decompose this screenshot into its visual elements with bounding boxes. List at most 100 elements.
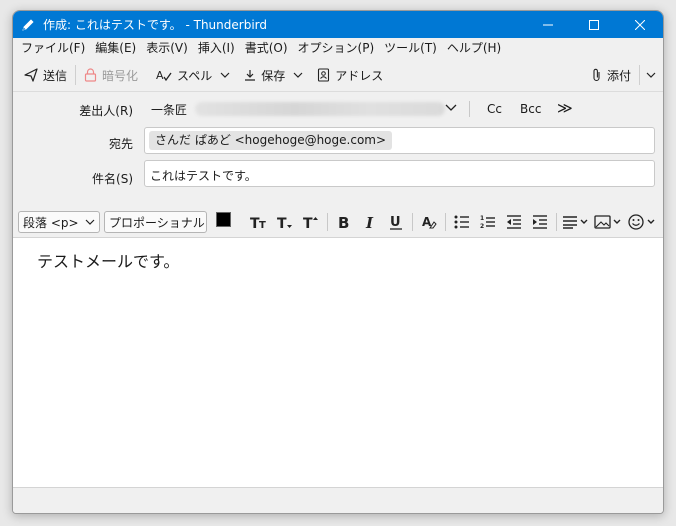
maximize-icon bbox=[589, 19, 599, 30]
subject-row: 件名(S) これはテストです。 bbox=[13, 158, 663, 191]
indent-icon bbox=[533, 215, 547, 229]
svg-text:T: T bbox=[259, 220, 266, 230]
from-address-redacted bbox=[195, 102, 446, 116]
toolbar-separator bbox=[75, 65, 77, 85]
svg-text:I: I bbox=[365, 214, 374, 230]
pencil-icon bbox=[21, 18, 35, 32]
font-select[interactable]: プロポーショナル bbox=[104, 211, 207, 233]
format-separator bbox=[412, 213, 413, 231]
bold-button[interactable]: B bbox=[331, 210, 357, 234]
subject-label: 件名(S) bbox=[92, 172, 133, 186]
chevron-down-icon bbox=[85, 219, 95, 225]
text-color-swatch[interactable] bbox=[216, 212, 231, 227]
menu-insert[interactable]: 挿入(I) bbox=[193, 38, 240, 59]
spellcheck-icon: A bbox=[156, 69, 172, 82]
from-label: 差出人(R) bbox=[79, 104, 133, 118]
save-button[interactable]: 保存 bbox=[239, 62, 290, 88]
window-title: 作成: これはテストです。 - Thunderbird bbox=[43, 18, 267, 32]
maximize-button[interactable] bbox=[571, 11, 617, 38]
subject-input[interactable]: これはテストです。 bbox=[144, 160, 655, 187]
recipient-pill[interactable]: さんだ ぱあど <hogehoge@hoge.com> bbox=[149, 131, 393, 150]
indent-button[interactable] bbox=[527, 210, 553, 234]
text-color-picker[interactable] bbox=[214, 210, 240, 234]
menu-options[interactable]: オプション(P) bbox=[293, 38, 380, 59]
send-button[interactable]: 送信 bbox=[19, 62, 72, 88]
save-label: 保存 bbox=[261, 68, 286, 83]
paperclip-icon bbox=[593, 68, 600, 82]
bcc-button[interactable]: Bcc bbox=[520, 102, 541, 116]
insert-emoji-button[interactable] bbox=[626, 210, 660, 234]
menu-bar: ファイル(F) 編集(E) 表示(V) 挿入(I) 書式(O) オプション(P)… bbox=[13, 38, 663, 59]
send-label: 送信 bbox=[43, 68, 68, 83]
address-label: アドレス bbox=[335, 68, 384, 83]
font-smaller-button[interactable]: T bbox=[272, 210, 298, 234]
minimize-button[interactable] bbox=[525, 11, 571, 38]
attach-label: 添付 bbox=[606, 68, 631, 83]
to-row: 宛先 さんだ ぱあど <hogehoge@hoge.com> bbox=[13, 125, 663, 158]
numbered-list-icon: 12 bbox=[480, 215, 495, 229]
menu-edit[interactable]: 編集(E) bbox=[90, 38, 141, 59]
font-size-reset-button[interactable]: TT bbox=[246, 210, 272, 234]
from-selector[interactable]: 一条匠 bbox=[151, 99, 446, 119]
chevron-down-icon bbox=[220, 72, 230, 78]
outdent-icon bbox=[507, 215, 521, 229]
to-input[interactable]: さんだ ぱあど <hogehoge@hoge.com> bbox=[144, 127, 655, 154]
menu-file[interactable]: ファイル(F) bbox=[16, 38, 90, 59]
download-icon bbox=[245, 69, 256, 81]
encrypt-label: 暗号化 bbox=[102, 68, 139, 83]
text-size-icon: TT bbox=[250, 216, 266, 230]
menu-format[interactable]: 書式(O) bbox=[240, 38, 293, 59]
chevron-down-icon[interactable] bbox=[445, 101, 457, 115]
close-icon bbox=[635, 19, 645, 30]
spell-dropdown[interactable] bbox=[217, 62, 233, 88]
svg-text:U: U bbox=[390, 215, 401, 230]
message-body-editor[interactable]: テストメールです。 bbox=[13, 237, 663, 489]
bullet-list-button[interactable] bbox=[449, 210, 475, 234]
smiley-icon bbox=[628, 214, 655, 230]
menu-view[interactable]: 表示(V) bbox=[141, 38, 193, 59]
address-book-button[interactable]: アドレス bbox=[312, 62, 388, 88]
italic-icon: I bbox=[365, 214, 374, 230]
text-smaller-icon: T bbox=[277, 216, 292, 230]
clear-formatting-button[interactable]: A bbox=[416, 210, 442, 234]
minimize-icon bbox=[543, 24, 553, 25]
more-fields-button[interactable]: ≫ bbox=[557, 99, 573, 117]
clear-format-icon: A bbox=[422, 215, 437, 229]
compose-toolbar: 送信 暗号化 A スペル 保存 アドレス 添付 bbox=[13, 59, 663, 92]
status-bar bbox=[13, 487, 663, 513]
message-body-text: テストメールです。 bbox=[37, 252, 180, 271]
close-button[interactable] bbox=[617, 11, 663, 38]
spell-label: スペル bbox=[177, 68, 213, 83]
bold-icon: B bbox=[338, 214, 349, 230]
image-icon bbox=[594, 215, 621, 229]
from-name: 一条匠 bbox=[151, 102, 188, 117]
compose-window: 作成: これはテストです。 - Thunderbird ファイル(F) 編集(E… bbox=[12, 10, 664, 514]
title-bar[interactable]: 作成: これはテストです。 - Thunderbird bbox=[13, 11, 663, 38]
encrypt-button[interactable]: 暗号化 bbox=[79, 62, 143, 88]
send-icon bbox=[24, 68, 38, 82]
menu-tools[interactable]: ツール(T) bbox=[379, 38, 442, 59]
svg-text:T: T bbox=[303, 216, 313, 230]
attach-button[interactable]: 添付 bbox=[587, 62, 636, 88]
save-dropdown[interactable] bbox=[290, 62, 306, 88]
align-button[interactable] bbox=[560, 210, 592, 234]
attach-dropdown[interactable] bbox=[643, 62, 659, 88]
svg-text:2: 2 bbox=[480, 223, 484, 229]
chevron-down-icon bbox=[646, 72, 656, 78]
cc-button[interactable]: Cc bbox=[487, 102, 502, 116]
outdent-button[interactable] bbox=[501, 210, 527, 234]
font-larger-button[interactable]: T bbox=[298, 210, 324, 234]
format-separator bbox=[556, 213, 557, 231]
underline-icon: U bbox=[390, 215, 402, 230]
spell-button[interactable]: A スペル bbox=[151, 62, 217, 88]
svg-text:T: T bbox=[277, 216, 287, 230]
menu-help[interactable]: ヘルプ(H) bbox=[442, 38, 506, 59]
numbered-list-button[interactable]: 12 bbox=[475, 210, 501, 234]
font-value: プロポーショナル bbox=[109, 215, 205, 230]
underline-button[interactable]: U bbox=[383, 210, 409, 234]
svg-text:A: A bbox=[156, 69, 164, 82]
paragraph-format-select[interactable]: 段落 <p> bbox=[18, 211, 100, 233]
format-separator bbox=[327, 213, 328, 231]
insert-image-button[interactable] bbox=[592, 210, 626, 234]
italic-button[interactable]: I bbox=[357, 210, 383, 234]
